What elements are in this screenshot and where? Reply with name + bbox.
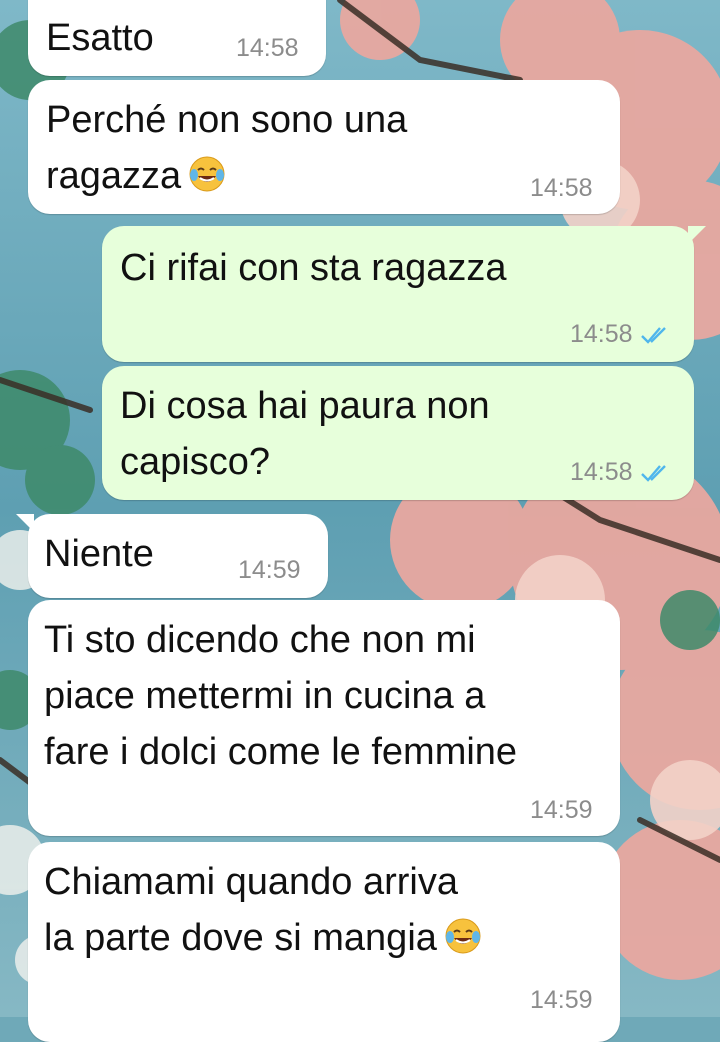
read-receipt-icon	[640, 464, 666, 482]
message-text: Di cosa hai paura non capisco?	[120, 385, 490, 483]
message-meta: 14:58	[570, 320, 671, 349]
message-timestamp: 14:58	[570, 458, 633, 486]
message-bubble-incoming[interactable]: Esatto 14:58	[28, 0, 326, 76]
message-text: Perché non sono una ragazza	[46, 99, 408, 197]
message-text: Esatto	[46, 17, 154, 59]
message-timestamp: 14:58	[236, 34, 299, 62]
message-bubble-outgoing[interactable]: Ci rifai con sta ragazza 14:58	[102, 226, 706, 362]
message-timestamp: 14:59	[530, 986, 593, 1014]
message-timestamp: 14:59	[530, 796, 593, 824]
message-timestamp: 14:58	[530, 174, 593, 202]
message-bubble-incoming[interactable]: Perché non sono una ragazza 14:58	[28, 80, 620, 214]
face-with-tears-of-joy-icon	[189, 156, 225, 192]
message-bubble-outgoing[interactable]: Di cosa hai paura non capisco? 14:58	[102, 366, 694, 500]
message-timestamp: 14:58	[570, 320, 633, 348]
message-bubble-incoming[interactable]: Ti sto dicendo che non mi piace mettermi…	[28, 600, 620, 836]
message-text: Ci rifai con sta ragazza	[120, 247, 507, 289]
message-text: Ti sto dicendo che non mi piace mettermi…	[44, 619, 518, 773]
bubble-tail	[688, 226, 706, 244]
face-with-tears-of-joy-icon	[445, 918, 481, 954]
message-bubble-incoming[interactable]: Niente 14:59	[16, 514, 328, 598]
message-bubble-incoming[interactable]: Chiamami quando arriva la parte dove si …	[28, 842, 620, 1042]
message-meta: 14:58	[570, 458, 671, 487]
message-text: Niente	[44, 533, 154, 575]
message-text: Chiamami quando arriva la parte dove si …	[44, 854, 481, 966]
message-timestamp: 14:59	[238, 556, 301, 584]
bubble-tail	[16, 514, 34, 532]
read-receipt-icon	[640, 326, 666, 344]
